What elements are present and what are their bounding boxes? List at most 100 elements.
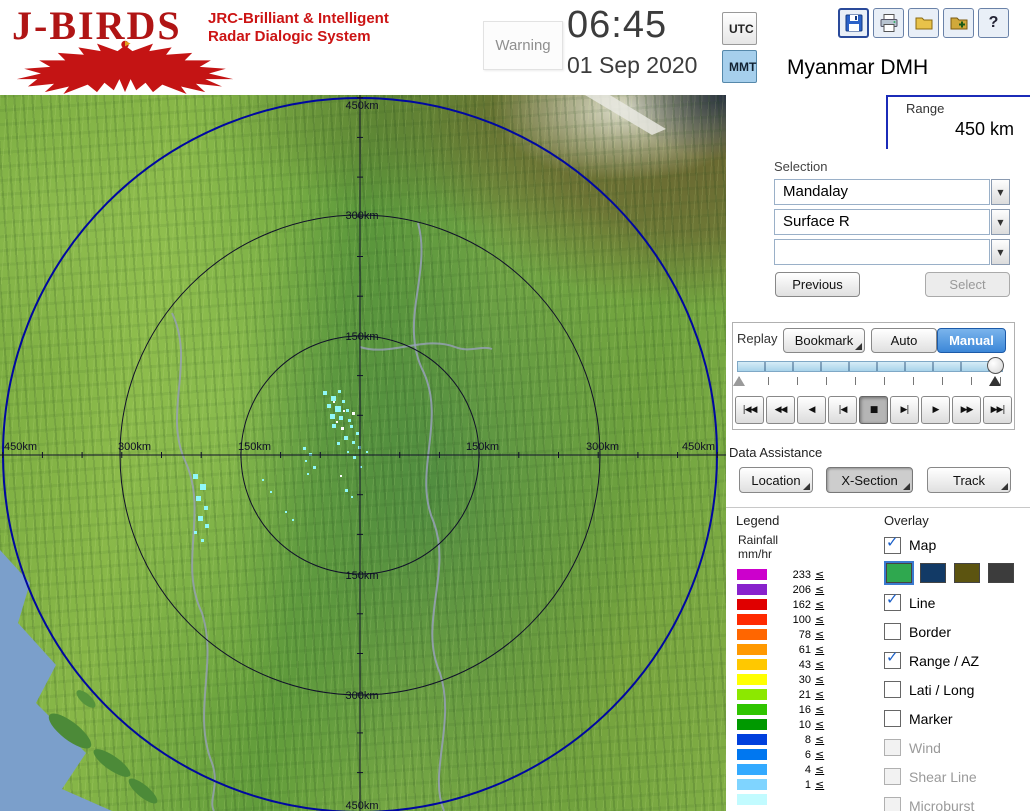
site-dropdown[interactable]: Mandalay bbox=[774, 179, 990, 205]
warning-label: Warning bbox=[495, 37, 551, 54]
legend-row: 1 ≤ bbox=[737, 777, 824, 792]
timeline-start-marker[interactable] bbox=[733, 376, 745, 386]
track-button[interactable]: Track bbox=[927, 467, 1011, 493]
legend-color-swatch bbox=[737, 674, 767, 685]
overlay-item-microburst: Microburst bbox=[884, 791, 1030, 811]
legend-row: 100 ≤ bbox=[737, 612, 824, 627]
legend-value: 10 bbox=[798, 718, 811, 731]
help-button[interactable]: ? bbox=[978, 8, 1009, 38]
legend-value: 78 bbox=[798, 628, 811, 641]
divider bbox=[726, 507, 1030, 508]
checkbox[interactable] bbox=[884, 710, 901, 727]
legend-color-swatch bbox=[737, 749, 767, 760]
overlay-item-line[interactable]: ✓ Line bbox=[884, 588, 1030, 617]
auto-button[interactable]: Auto bbox=[871, 328, 937, 353]
app-window: J-BIRDS JRC-Brilliant & Intelligent Rada… bbox=[0, 0, 1030, 811]
map-color-swatch-0[interactable] bbox=[884, 561, 914, 585]
range-label: 150km bbox=[345, 570, 378, 582]
legend-operator: ≤ bbox=[815, 688, 825, 701]
overlay-item-lati-long[interactable]: Lati / Long bbox=[884, 675, 1030, 704]
legend-row: 43 ≤ bbox=[737, 657, 824, 672]
radar-map[interactable]: 450km 300km 150km 150km 300km 450km 450km 300km… bbox=[0, 95, 726, 811]
overlay-item-label: Range / AZ bbox=[909, 652, 980, 669]
legend-row: 4 ≤ bbox=[737, 762, 824, 777]
location-button-label: Location bbox=[751, 472, 801, 488]
checkbox[interactable]: ✓ bbox=[884, 590, 901, 611]
eagle-logo-icon bbox=[16, 40, 234, 94]
overlay-item-marker[interactable]: Marker bbox=[884, 704, 1030, 733]
playback-skip-start-button[interactable]: |◀◀ bbox=[735, 396, 764, 424]
playback-fast-forward-button[interactable]: ▶▶ bbox=[952, 396, 981, 424]
legend-operator: ≤ bbox=[815, 673, 825, 686]
manual-button[interactable]: Manual bbox=[937, 328, 1006, 353]
option-dropdown[interactable] bbox=[774, 239, 990, 265]
overlay-item-label: Map bbox=[909, 537, 937, 553]
playback-skip-end-button[interactable]: ▶▶| bbox=[983, 396, 1012, 424]
corner-mark-icon bbox=[1001, 483, 1008, 490]
utc-button[interactable]: UTC bbox=[722, 12, 757, 45]
previous-button[interactable]: Previous bbox=[775, 272, 860, 297]
legend-row: 61 ≤ bbox=[737, 642, 824, 657]
x-section-button[interactable]: X-Section bbox=[826, 467, 913, 493]
legend-color-swatch bbox=[737, 569, 767, 580]
select-button[interactable]: Select bbox=[925, 272, 1010, 297]
chevron-down-icon[interactable]: ▼ bbox=[991, 209, 1010, 235]
chevron-down-icon[interactable]: ▼ bbox=[991, 179, 1010, 205]
map-color-swatch-3[interactable] bbox=[988, 563, 1014, 583]
playback-step-back-button[interactable]: |◀ bbox=[828, 396, 857, 424]
replay-timeline-handle[interactable] bbox=[987, 357, 1004, 374]
range-label: 450km bbox=[682, 441, 715, 453]
mmt-button[interactable]: MMT bbox=[722, 50, 757, 83]
export-folder-icon bbox=[950, 17, 967, 30]
playback-play-button[interactable]: ▶ bbox=[921, 396, 950, 424]
open-folder-icon bbox=[915, 17, 932, 30]
corner-mark-icon bbox=[803, 483, 810, 490]
overlay-item-range-az[interactable]: ✓ Range / AZ bbox=[884, 646, 1030, 675]
playback-play-reverse-button[interactable]: ◀ bbox=[797, 396, 826, 424]
chevron-down-icon[interactable]: ▼ bbox=[991, 239, 1010, 265]
terrain-highlight bbox=[585, 95, 666, 135]
checkbox[interactable] bbox=[884, 623, 901, 640]
product-dropdown-row: Surface R ▼ bbox=[774, 209, 1010, 235]
range-label: 300km bbox=[118, 441, 151, 453]
checkbox[interactable]: ✓ bbox=[884, 648, 901, 669]
export-button[interactable] bbox=[943, 8, 974, 38]
playback-stop-button[interactable]: ■ bbox=[859, 396, 888, 424]
checkbox[interactable]: ✓ bbox=[884, 533, 901, 554]
bookmark-button[interactable]: Bookmark bbox=[783, 328, 865, 353]
replay-label: Replay bbox=[737, 331, 778, 346]
warning-status[interactable]: Warning bbox=[483, 21, 563, 70]
replay-timeline-track[interactable] bbox=[737, 361, 1003, 372]
clock-date: 01 Sep 2020 bbox=[567, 52, 698, 78]
clock-time: 06:45 bbox=[567, 4, 668, 46]
overlay-item-map[interactable]: ✓ Map bbox=[884, 532, 1030, 558]
location-button[interactable]: Location bbox=[739, 467, 813, 493]
save-button[interactable] bbox=[838, 8, 869, 38]
checkbox bbox=[884, 768, 901, 785]
map-color-swatch-2[interactable] bbox=[954, 563, 980, 583]
print-button[interactable] bbox=[873, 8, 904, 38]
legend-row: 233 ≤ bbox=[737, 567, 824, 582]
range-label: 300km bbox=[345, 210, 378, 222]
checkbox[interactable] bbox=[884, 681, 901, 698]
range-label: 450km bbox=[4, 441, 37, 453]
product-dropdown[interactable]: Surface R bbox=[774, 209, 990, 235]
overlay-options: ✓ Map ✓ Line Border ✓ Range / AZ Lati / Long Mar… bbox=[884, 532, 1030, 811]
help-icon: ? bbox=[988, 14, 999, 31]
open-button[interactable] bbox=[908, 8, 939, 38]
playback-rewind-button[interactable]: ◀◀ bbox=[766, 396, 795, 424]
range-label: 300km bbox=[586, 441, 619, 453]
print-icon bbox=[880, 14, 897, 32]
overlay-item-border[interactable]: Border bbox=[884, 617, 1030, 646]
playback-step-forward-button[interactable]: ▶| bbox=[890, 396, 919, 424]
legend-operator: ≤ bbox=[815, 643, 825, 656]
timeline-position-marker[interactable] bbox=[989, 376, 1001, 386]
legend-value: 206 bbox=[792, 583, 811, 596]
sea-area bbox=[0, 550, 112, 811]
map-color-swatch-1[interactable] bbox=[920, 563, 946, 583]
range-label: 150km bbox=[345, 331, 378, 343]
legend-operator: ≤ bbox=[815, 628, 825, 641]
logo-subtitle-line1: JRC-Brilliant & Intelligent bbox=[208, 10, 389, 27]
legend-value: 4 bbox=[804, 763, 811, 776]
range-display: Range 450 km bbox=[886, 95, 1030, 149]
